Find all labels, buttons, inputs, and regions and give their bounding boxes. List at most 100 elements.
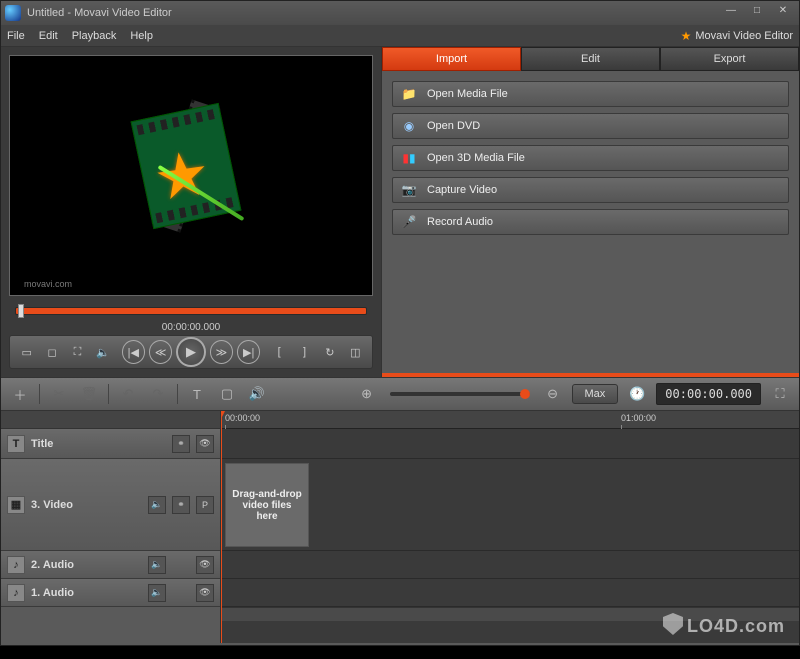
- open-dvd-button[interactable]: ◉ Open DVD: [392, 113, 789, 139]
- visibility-button[interactable]: 👁: [196, 435, 214, 453]
- preview-watermark: movavi.com: [24, 279, 72, 289]
- clock-icon: 🕐: [626, 383, 648, 405]
- menu-file[interactable]: File: [7, 30, 25, 42]
- next-frame-button[interactable]: ▶|: [237, 340, 260, 364]
- track-head-video[interactable]: ▦ 3. Video 🔈 ⚭ P: [1, 459, 220, 551]
- microphone-icon: 🎤: [401, 214, 417, 230]
- scrub-handle[interactable]: [18, 304, 24, 318]
- visibility-button-a1[interactable]: 👁: [196, 584, 214, 602]
- proxy-button[interactable]: P: [196, 496, 214, 514]
- timeline-toolbar: ＋ ✂ 🗑 ↶ ↷ T ▢ 🔊 ⊕ ⊖ Max 🕐 00:00:00.000 ⛶: [1, 377, 799, 411]
- cut-button[interactable]: ✂: [48, 383, 70, 405]
- title-track-icon: T: [7, 435, 25, 453]
- mute-button-a2[interactable]: 🔈: [148, 556, 166, 574]
- undo-button[interactable]: ↶: [117, 383, 139, 405]
- big-star-icon: ★: [149, 135, 214, 215]
- zoom-in-button[interactable]: ⊕: [356, 383, 378, 405]
- maximize-button[interactable]: □: [745, 5, 769, 21]
- add-track-button[interactable]: ＋: [9, 383, 31, 405]
- open-dvd-label: Open DVD: [427, 120, 480, 132]
- rotate-button[interactable]: ↻: [319, 341, 340, 363]
- drop-zone[interactable]: Drag-and-drop video files here: [225, 463, 309, 547]
- menubar: File Edit Playback Help ★ Movavi Video E…: [1, 25, 799, 47]
- open-media-label: Open Media File: [427, 88, 508, 100]
- ruler-tick-0: 00:00:00: [225, 413, 260, 423]
- zoom-slider[interactable]: [390, 392, 530, 396]
- open-media-button[interactable]: 📁 Open Media File: [392, 81, 789, 107]
- splash-graphic: ★: [116, 101, 266, 251]
- audio-track-icon: ♪: [7, 556, 25, 574]
- lane-title[interactable]: [221, 429, 799, 459]
- track-body[interactable]: 00:00:00 01:00:00 Drag-and-drop video fi…: [221, 411, 799, 643]
- marker-out-button[interactable]: ]: [294, 341, 315, 363]
- record-audio-button[interactable]: 🎤 Record Audio: [392, 209, 789, 235]
- timeline-timecode[interactable]: 00:00:00.000: [656, 383, 761, 405]
- lane-audio2[interactable]: [221, 551, 799, 579]
- preview-timecode: 00:00:00.000: [9, 322, 373, 333]
- redo-button[interactable]: ↷: [147, 383, 169, 405]
- fit-button[interactable]: ◻: [41, 341, 62, 363]
- text-tool-button[interactable]: T: [186, 383, 208, 405]
- mute-button-a1[interactable]: 🔈: [148, 584, 166, 602]
- preview-viewport[interactable]: ★ movavi.com: [9, 55, 373, 296]
- tab-export[interactable]: Export: [660, 47, 799, 71]
- lane-audio1[interactable]: [221, 579, 799, 607]
- capture-video-button[interactable]: 📷 Capture Video: [392, 177, 789, 203]
- disc-icon: ◉: [401, 118, 417, 134]
- menu-help[interactable]: Help: [130, 30, 153, 42]
- brand-label: ★ Movavi Video Editor: [681, 29, 793, 43]
- tab-import[interactable]: Import: [382, 47, 521, 71]
- track-head-audio2[interactable]: ♪ 2. Audio 🔈 👁: [1, 551, 220, 579]
- link-button[interactable]: ⚭: [172, 435, 190, 453]
- transition-button[interactable]: ▢: [216, 383, 238, 405]
- camera-icon: 📷: [401, 182, 417, 198]
- expand-button[interactable]: ⛶: [769, 383, 791, 405]
- panel-accent: [382, 373, 799, 377]
- audio-tool-button[interactable]: 🔊: [246, 383, 268, 405]
- timeline-scrollbar[interactable]: [221, 607, 799, 621]
- video-track-icon: ▦: [7, 496, 25, 514]
- volume-button[interactable]: 🔈: [92, 341, 113, 363]
- play-button[interactable]: ▶: [176, 337, 205, 367]
- mute-button[interactable]: 🔈: [148, 496, 166, 514]
- crop-button[interactable]: ◫: [345, 341, 366, 363]
- panel-tabs: Import Edit Export: [382, 47, 799, 71]
- rewind-button[interactable]: ≪: [149, 340, 172, 364]
- prev-frame-button[interactable]: |◀: [122, 340, 145, 364]
- track-head-title[interactable]: T Title ⚭ 👁: [1, 429, 220, 459]
- tab-edit[interactable]: Edit: [521, 47, 660, 71]
- time-ruler[interactable]: 00:00:00 01:00:00: [221, 411, 799, 429]
- track-headers: T Title ⚭ 👁 ▦ 3. Video 🔈 ⚭ P ♪ 2. Audio …: [1, 411, 221, 643]
- menu-edit[interactable]: Edit: [39, 30, 58, 42]
- open-3d-button[interactable]: ▮▮ Open 3D Media File: [392, 145, 789, 171]
- scrubber[interactable]: [9, 302, 373, 320]
- aspect-button[interactable]: ▭: [16, 341, 37, 363]
- delete-button[interactable]: 🗑: [78, 383, 100, 405]
- preview-column: ★ movavi.com 00:00:00.000 ▭ ◻ ⛶ 🔈 |◀ ≪ ▶: [1, 47, 381, 377]
- brand-text: Movavi Video Editor: [695, 30, 793, 42]
- close-button[interactable]: ✕: [771, 5, 795, 21]
- scrub-track[interactable]: [15, 307, 367, 315]
- zoom-handle[interactable]: [520, 389, 530, 399]
- video-track-label: 3. Video: [31, 499, 142, 511]
- fullscreen-button[interactable]: ⛶: [67, 341, 88, 363]
- marker-in-button[interactable]: [: [268, 341, 289, 363]
- star-icon: ★: [681, 29, 692, 43]
- glasses-3d-icon: ▮▮: [401, 150, 417, 166]
- transport-bar: ▭ ◻ ⛶ 🔈 |◀ ≪ ▶ ≫ ▶| [ ] ↻ ◫: [9, 335, 373, 369]
- zoom-max-button[interactable]: Max: [572, 384, 619, 404]
- track-head-audio1[interactable]: ♪ 1. Audio 🔈 👁: [1, 579, 220, 607]
- audio2-track-label: 2. Audio: [31, 559, 142, 571]
- ruler-tick-1: 01:00:00: [621, 413, 656, 423]
- upper-content: ★ movavi.com 00:00:00.000 ▭ ◻ ⛶ 🔈 |◀ ≪ ▶: [1, 47, 799, 377]
- playhead[interactable]: [221, 411, 222, 643]
- titlebar: Untitled - Movavi Video Editor — □ ✕: [1, 1, 799, 25]
- menu-playback[interactable]: Playback: [72, 30, 117, 42]
- audio1-track-label: 1. Audio: [31, 587, 142, 599]
- visibility-button-a2[interactable]: 👁: [196, 556, 214, 574]
- zoom-out-button[interactable]: ⊖: [542, 383, 564, 405]
- link-button-video[interactable]: ⚭: [172, 496, 190, 514]
- lane-video[interactable]: Drag-and-drop video files here: [221, 459, 799, 551]
- minimize-button[interactable]: —: [719, 5, 743, 21]
- forward-button[interactable]: ≫: [210, 340, 233, 364]
